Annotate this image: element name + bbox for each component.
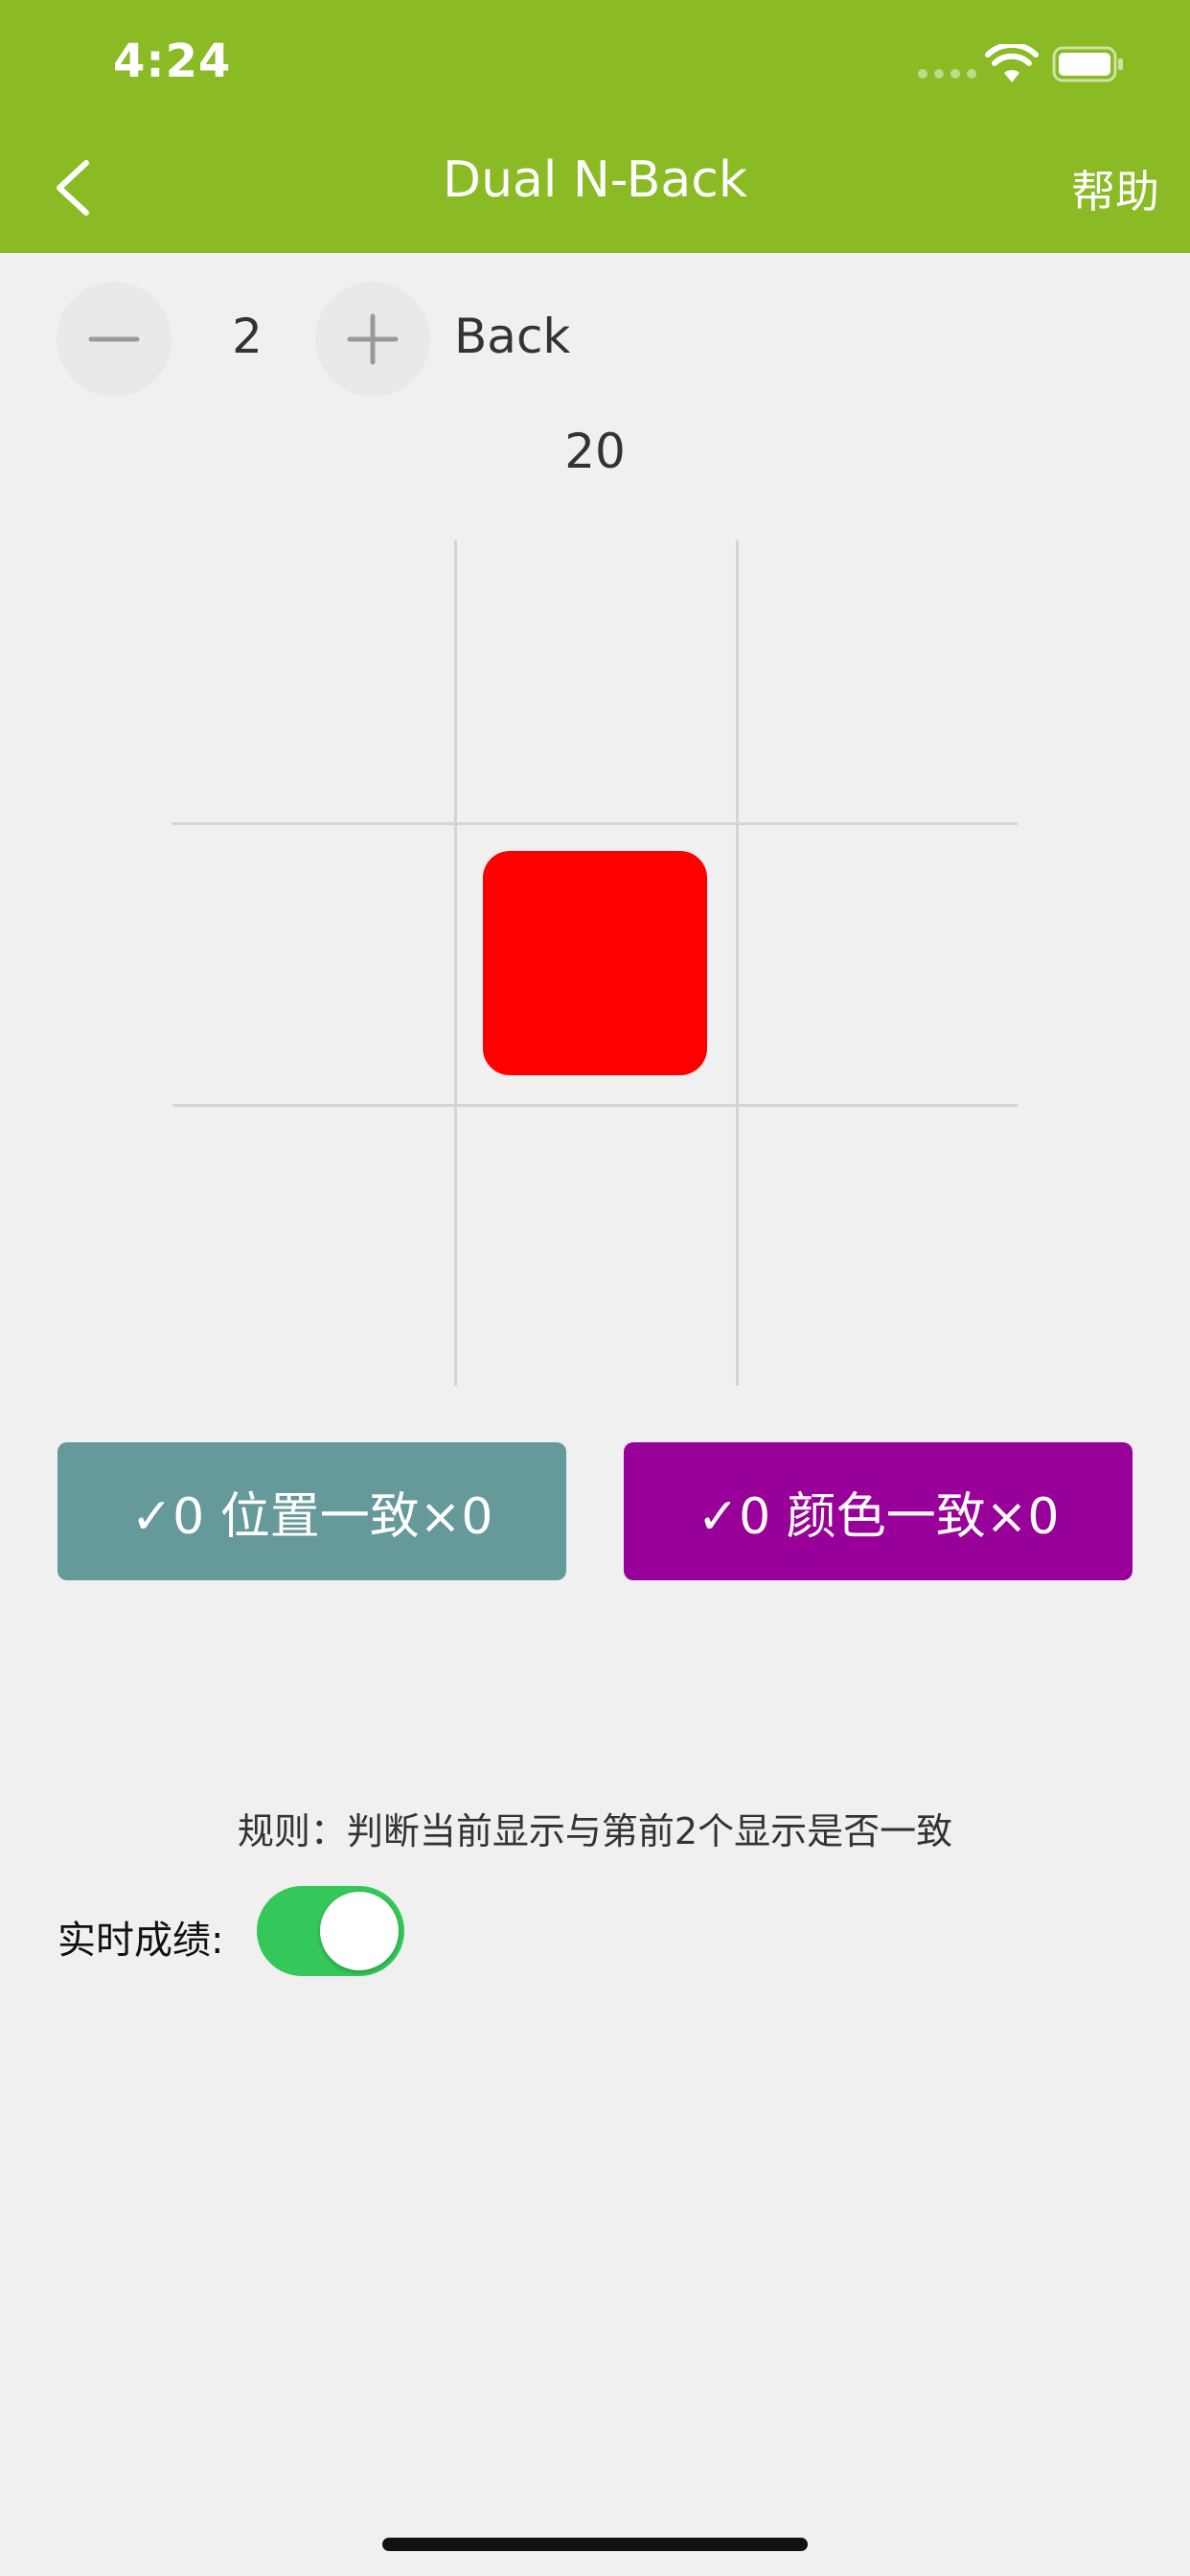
color-match-button[interactable]: ✓0 颜色一致×0: [624, 1442, 1133, 1580]
n-level-suffix: Back: [454, 309, 571, 364]
decrease-level-button[interactable]: [57, 282, 172, 397]
home-indicator: [382, 2538, 808, 2551]
wifi-icon: [985, 44, 1039, 82]
remaining-trials-count: 20: [564, 424, 626, 479]
stimulus-square: [483, 851, 707, 1075]
chevron-left-icon[interactable]: [52, 157, 94, 218]
rule-text: 规则：判断当前显示与第前2个显示是否一致: [237, 1810, 953, 1852]
grid-line: [172, 1104, 1018, 1107]
minus-icon: [88, 336, 140, 342]
help-button[interactable]: 帮助: [1016, 157, 1159, 220]
nav-bar: 4:24 Dual N-Back 帮助: [0, 0, 1190, 253]
page-title: Dual N-Back: [443, 151, 747, 209]
signal-icon: [918, 69, 976, 79]
toggle-knob: [320, 1892, 399, 1970]
grid-line: [736, 540, 739, 1386]
grid-line: [454, 540, 457, 1386]
status-time: 4:24: [113, 34, 232, 88]
n-level-value: 2: [232, 309, 263, 364]
grid-line: [172, 822, 1018, 825]
increase-level-button[interactable]: [315, 282, 430, 397]
battery-icon: [1052, 46, 1123, 82]
position-match-button[interactable]: ✓0 位置一致×0: [57, 1442, 566, 1580]
stimulus-grid: [172, 540, 1018, 1386]
live-score-toggle[interactable]: [257, 1886, 404, 1976]
plus-icon: [347, 313, 399, 365]
live-score-label: 实时成绩:: [57, 1919, 224, 1963]
